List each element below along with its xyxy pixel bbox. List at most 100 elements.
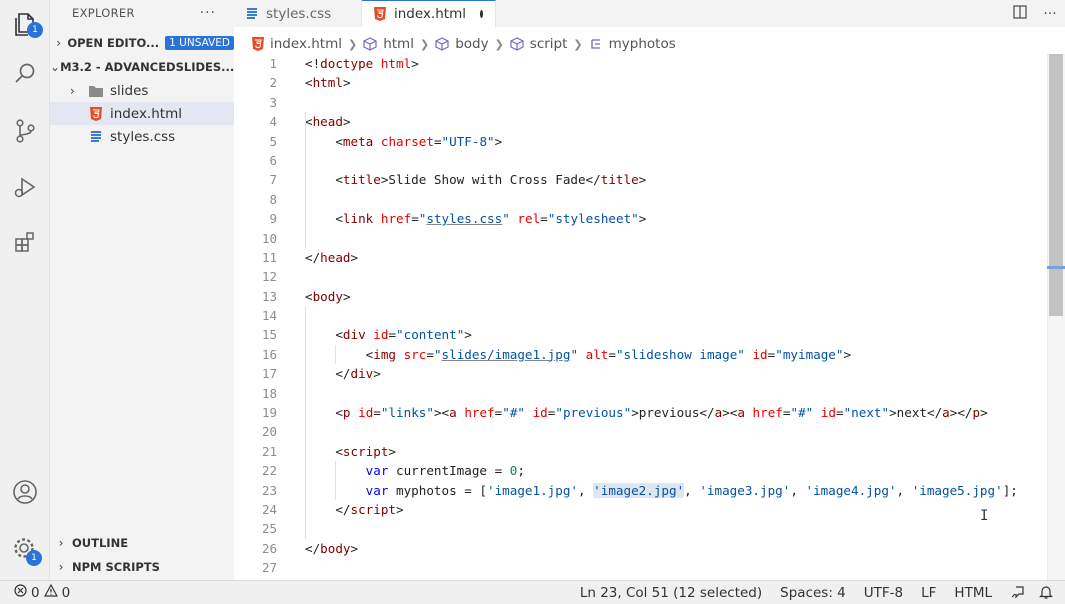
tab-styles-css[interactable]: styles.css	[234, 0, 362, 27]
code-token: script	[342, 443, 389, 459]
code-line[interactable]	[305, 189, 1047, 210]
indent-guide	[305, 170, 306, 190]
extensions-icon	[15, 232, 34, 252]
code-token: >	[638, 211, 647, 227]
code-token: p	[342, 405, 351, 421]
code-line[interactable]	[305, 306, 1047, 326]
search-activity-button[interactable]	[0, 50, 50, 98]
explorer-activity-button[interactable]: 1	[0, 0, 50, 48]
code-line[interactable]	[305, 93, 1047, 112]
code-line[interactable]: <script>	[305, 441, 1047, 462]
code-token: head	[320, 249, 351, 265]
code-editor[interactable]: 1 2 3 4 5 6 7 8 9 10 11 12 13 14 15 16 17 18 19 20 21 22 23 24 2…	[234, 54, 1065, 580]
explorer-sidebar: EXPLORER ··· › OPEN EDITO... 1 UNSAVED ⌄…	[50, 0, 234, 580]
code-line[interactable]: <head>	[305, 112, 1047, 132]
open-editors-section[interactable]: › OPEN EDITO... 1 UNSAVED	[50, 31, 234, 55]
code-line[interactable]	[305, 519, 1047, 539]
end-of-line[interactable]: LF	[921, 585, 936, 601]
workspace-folder-section[interactable]: ⌄ M3.2 - ADVANCEDSLIDES...	[50, 55, 234, 79]
code-line[interactable]: <title>Slide Show with Cross Fade</title…	[305, 170, 1047, 190]
code-token: charset	[380, 133, 434, 149]
accounts-activity-button[interactable]	[0, 468, 50, 516]
chevron-right-icon: ›	[56, 36, 62, 50]
account-icon	[13, 480, 37, 504]
more-actions-icon[interactable]: ···	[200, 5, 216, 21]
code-line[interactable]: </script>	[305, 499, 1047, 520]
breadcrumb-script[interactable]: script	[510, 36, 567, 52]
code-line[interactable]: <div id="content">	[305, 325, 1047, 345]
vertical-scrollbar[interactable]	[1047, 54, 1065, 580]
code-line[interactable]: <img src="slides/image1.jpg" alt="slides…	[305, 344, 1047, 365]
code-line[interactable]: <body>	[305, 287, 1047, 306]
code-line[interactable]	[305, 267, 1047, 286]
html-file-icon	[374, 7, 386, 21]
source-control-icon	[16, 119, 35, 143]
line-number: 23	[261, 482, 277, 498]
code-token: "next"	[843, 405, 890, 421]
chevron-down-icon: ⌄	[50, 60, 61, 74]
run-debug-activity-button[interactable]	[0, 163, 50, 211]
code-token: </	[305, 249, 321, 265]
code-line[interactable]	[305, 422, 1047, 442]
code-line[interactable]: <meta charset="UTF-8">	[305, 131, 1047, 151]
code-line[interactable]: var currentImage = 0;	[305, 461, 1047, 481]
code-line[interactable]: var myphotos = ['image1.jpg', 'image2.jp…	[305, 480, 1047, 500]
indentation[interactable]: Spaces: 4	[780, 585, 846, 601]
line-number: 25	[261, 521, 277, 537]
more-actions-icon[interactable]: ···	[1035, 6, 1065, 22]
code-line[interactable]	[305, 558, 1047, 577]
code-token: >	[342, 75, 351, 91]
breadcrumb-html[interactable]: html	[363, 36, 414, 52]
breadcrumb: index.html ❯ html ❯ body ❯ script ❯ myph…	[234, 33, 676, 55]
code-token: </	[305, 501, 351, 517]
feedback-icon[interactable]	[1010, 585, 1025, 600]
code-line[interactable]: <p id="links"><a href="#" id="previous">…	[305, 403, 1047, 423]
scrollbar-thumb[interactable]	[1049, 54, 1063, 316]
language-mode[interactable]: HTML	[954, 585, 992, 601]
manage-activity-button[interactable]: 1	[0, 524, 50, 572]
tab-index-html[interactable]: index.html	[362, 0, 496, 27]
problems-indicator[interactable]: 0 0	[0, 583, 74, 601]
code-token: styles.css	[426, 211, 503, 227]
code-token: id	[532, 405, 548, 421]
tree-item-slides[interactable]: › slides	[50, 79, 234, 102]
code-line[interactable]: <html>	[305, 73, 1047, 92]
code-line[interactable]: <link href="styles.css" rel="stylesheet"…	[305, 209, 1047, 229]
encoding[interactable]: UTF-8	[864, 585, 903, 601]
outline-section[interactable]: › OUTLINE	[50, 531, 234, 555]
code-line[interactable]: </div>	[305, 364, 1047, 384]
line-number: 2	[269, 75, 277, 91]
indent-guide	[305, 499, 306, 520]
code-token: <	[305, 75, 313, 91]
split-editor-icon[interactable]	[1005, 4, 1035, 23]
code-line[interactable]: <!doctype html>	[305, 54, 1047, 73]
extensions-activity-button[interactable]	[0, 219, 50, 267]
cursor-position[interactable]: Ln 23, Col 51 (12 selected)	[580, 585, 762, 601]
code-line[interactable]	[305, 383, 1047, 404]
code-token: id	[820, 405, 836, 421]
code-line[interactable]: </body>	[305, 539, 1047, 558]
bell-icon[interactable]	[1039, 585, 1053, 600]
breadcrumb-myphotos[interactable]: myphotos	[589, 36, 676, 52]
code-token: >previous</	[631, 405, 715, 421]
code-area[interactable]: <!doctype html> <html> <head> <meta charse…	[305, 54, 1047, 578]
code-token: "stylesheet"	[547, 211, 639, 227]
tree-item-index-html[interactable]: index.html	[50, 102, 234, 125]
tree-item-styles-css[interactable]: styles.css	[50, 125, 234, 148]
line-number: 1	[269, 56, 277, 71]
code-line[interactable]	[305, 228, 1047, 248]
npm-scripts-section[interactable]: › NPM SCRIPTS	[50, 555, 234, 579]
breadcrumb-body[interactable]: body	[435, 36, 489, 52]
indent-guide	[305, 112, 306, 132]
code-line[interactable]	[305, 150, 1047, 171]
breadcrumb-file[interactable]: index.html	[252, 36, 342, 52]
unsaved-dot-icon[interactable]	[479, 10, 483, 18]
indent-guide	[305, 150, 306, 171]
source-control-activity-button[interactable]	[0, 107, 50, 155]
bottom-sections: › OUTLINE › NPM SCRIPTS	[50, 531, 234, 579]
code-token: <	[305, 114, 313, 130]
breadcrumb-file-label: index.html	[270, 36, 342, 52]
text-cursor-icon: I	[980, 508, 989, 524]
code-token: "	[502, 211, 510, 227]
code-line[interactable]: </head>	[305, 248, 1047, 267]
